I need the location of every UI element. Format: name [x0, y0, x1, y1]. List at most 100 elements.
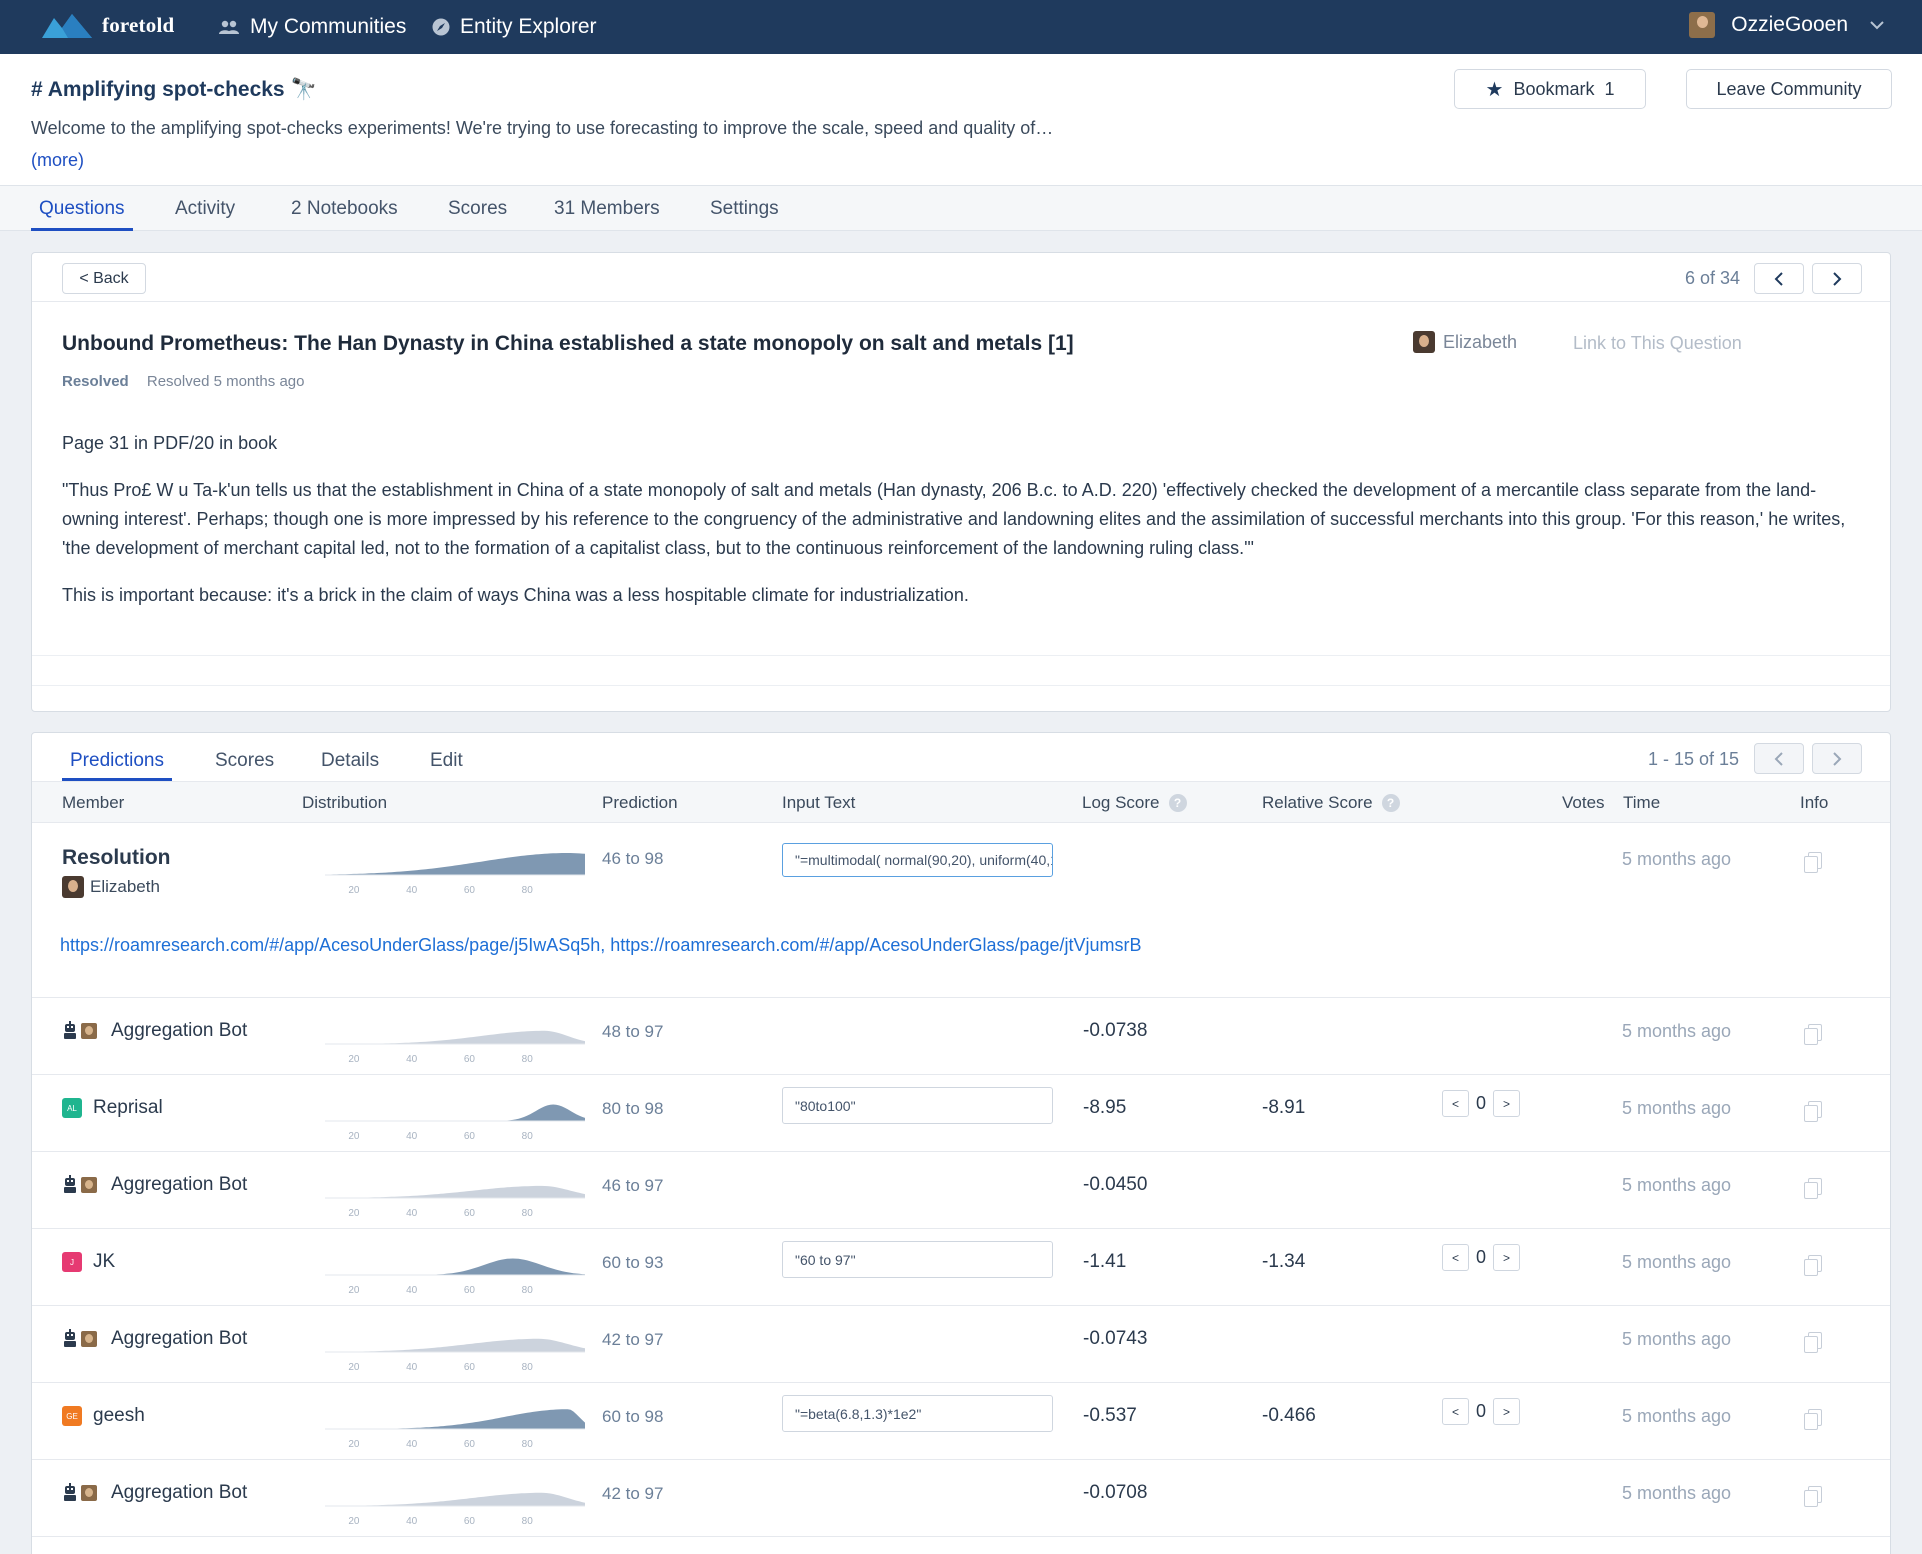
tab-edit[interactable]: Edit — [430, 750, 463, 772]
downvote-button[interactable]: < — [1442, 1244, 1469, 1271]
prediction-range: 80 to 98 — [602, 1099, 664, 1118]
chevron-down-icon — [1870, 17, 1884, 33]
axis-tick-label: 80 — [522, 1285, 534, 1296]
axis-tick-label: 20 — [348, 1131, 360, 1142]
relative-score: -1.34 — [1262, 1251, 1306, 1272]
nav-my-communities[interactable]: My Communities — [218, 15, 406, 39]
prediction-time: 5 months ago — [1622, 1252, 1732, 1272]
more-link[interactable]: (more) — [31, 150, 84, 171]
copy-icon[interactable] — [1804, 1409, 1822, 1430]
top-nav: foretold My Communities Entity Explorer … — [0, 0, 1922, 54]
member-name[interactable]: Aggregation Bot — [111, 1482, 247, 1504]
prediction-time: 5 months ago — [1622, 1175, 1732, 1195]
link-to-question[interactable]: Link to This Question — [1573, 333, 1742, 354]
distribution-chart: 20 40 60 80 — [315, 1474, 605, 1549]
chevron-left-icon: < — [1451, 1250, 1459, 1265]
user-menu[interactable]: OzzieGooen — [1689, 12, 1884, 38]
col-log-score: Log Score ? — [1082, 793, 1187, 813]
nav-my-communities-label: My Communities — [250, 15, 407, 38]
copy-icon[interactable] — [1804, 1332, 1822, 1353]
question-description: Page 31 in PDF/20 in book "Thus Pro£ W u… — [62, 429, 1862, 628]
axis-tick-label: 60 — [464, 885, 476, 896]
axis-tick-label: 20 — [348, 1054, 360, 1065]
resolution-links[interactable]: https://roamresearch.com/#/app/AcesoUnde… — [60, 935, 1142, 956]
copy-icon[interactable] — [1804, 1101, 1822, 1122]
avatar — [81, 1331, 97, 1347]
next-page-button[interactable] — [1812, 743, 1862, 774]
input-text-field[interactable]: "=multimodal( normal(90,20), uniform(40,… — [782, 843, 1053, 877]
table-row: Aggregation Bot 20 40 60 80 42 to 97 -0.0743 5 … — [32, 1306, 1890, 1383]
active-tab-indicator — [31, 228, 133, 231]
predictions-pager: 1 - 15 of 15 — [1648, 749, 1740, 769]
member-name[interactable]: Aggregation Bot — [111, 1020, 247, 1042]
community-header: # Amplifying spot-checks 🔭 Welcome to th… — [0, 54, 1922, 186]
leave-community-button[interactable]: Leave Community — [1686, 69, 1892, 109]
tab-notebooks[interactable]: 2 Notebooks — [291, 198, 398, 220]
member-name[interactable]: Aggregation Bot — [111, 1174, 247, 1196]
axis-tick-label: 40 — [406, 885, 418, 896]
input-text-field[interactable]: "80to100" — [782, 1087, 1053, 1124]
upvote-button[interactable]: > — [1493, 1398, 1520, 1425]
help-icon[interactable]: ? — [1168, 794, 1187, 812]
tab-details[interactable]: Details — [321, 750, 379, 772]
prev-page-button[interactable] — [1754, 743, 1804, 774]
copy-icon[interactable] — [1804, 1178, 1822, 1199]
member-name[interactable]: Aggregation Bot — [111, 1328, 247, 1350]
tab-members[interactable]: 31 Members — [554, 198, 660, 220]
prediction-range: 42 to 97 — [602, 1330, 664, 1349]
tab-activity[interactable]: Activity — [175, 198, 235, 220]
axis-tick-label: 20 — [348, 1285, 360, 1296]
upvote-button[interactable]: > — [1493, 1244, 1520, 1271]
axis-tick-label: 60 — [464, 1516, 476, 1527]
prediction-range: 60 to 98 — [602, 1407, 664, 1426]
copy-icon[interactable] — [1804, 852, 1822, 873]
help-icon[interactable]: ? — [1381, 794, 1400, 812]
axis-tick-label: 80 — [522, 885, 534, 896]
question-author[interactable]: Elizabeth — [1413, 331, 1517, 353]
back-button[interactable]: < Back — [62, 263, 146, 294]
robot-icon — [62, 1329, 97, 1349]
resolution-author[interactable]: Elizabeth — [62, 876, 160, 898]
tab-predictions[interactable]: Predictions — [70, 750, 164, 772]
axis-tick-label: 40 — [406, 1439, 418, 1450]
distribution-svg: 20 40 60 80 — [325, 1409, 585, 1450]
next-question-button[interactable] — [1812, 263, 1862, 294]
resolution-row: Resolution Elizabeth 20 40 60 80 46 to 98 "… — [32, 823, 1890, 998]
bookmark-button[interactable]: ★ Bookmark 1 — [1454, 69, 1646, 109]
axis-tick-label: 20 — [348, 1516, 360, 1527]
prev-question-button[interactable] — [1754, 263, 1804, 294]
member-name[interactable]: JK — [93, 1251, 115, 1273]
downvote-button[interactable]: < — [1442, 1090, 1469, 1117]
relative-score: -8.91 — [1262, 1097, 1306, 1118]
input-text-field[interactable]: "60 to 97" — [782, 1241, 1053, 1278]
upvote-button[interactable]: > — [1493, 1090, 1520, 1117]
chevron-right-icon: > — [1502, 1096, 1510, 1111]
nav-entity-explorer[interactable]: Entity Explorer — [432, 15, 597, 39]
tab-settings[interactable]: Settings — [710, 198, 779, 220]
member-name[interactable]: geesh — [93, 1405, 145, 1427]
resolved-time: Resolved 5 months ago — [146, 373, 305, 390]
col-votes: Votes — [1562, 793, 1605, 812]
copy-icon[interactable] — [1804, 1255, 1822, 1276]
distribution-curve — [325, 1185, 585, 1198]
logo[interactable]: foretold — [42, 12, 174, 38]
distribution-curve — [325, 1492, 585, 1506]
people-icon — [218, 19, 240, 35]
copy-icon[interactable] — [1804, 1024, 1822, 1045]
distribution-curve — [325, 1104, 585, 1121]
col-relative-score: Relative Score ? — [1262, 793, 1400, 813]
downvote-button[interactable]: < — [1442, 1398, 1469, 1425]
axis-tick-label: 40 — [406, 1054, 418, 1065]
member-name[interactable]: Reprisal — [93, 1097, 163, 1119]
tab-scores[interactable]: Scores — [448, 198, 507, 220]
axis-tick-label: 80 — [522, 1054, 534, 1065]
copy-icon[interactable] — [1804, 1486, 1822, 1507]
axis-tick-label: 60 — [464, 1131, 476, 1142]
tab-questions[interactable]: Questions — [39, 198, 125, 220]
tab-prediction-scores[interactable]: Scores — [215, 750, 274, 772]
avatar — [81, 1485, 97, 1501]
input-text-field[interactable]: "=beta(6.8,1.3)*1e2" — [782, 1395, 1053, 1432]
community-title: # Amplifying spot-checks 🔭 — [31, 78, 317, 101]
resolution-author-name: Elizabeth — [90, 877, 160, 896]
chevron-right-icon: > — [1502, 1250, 1510, 1265]
